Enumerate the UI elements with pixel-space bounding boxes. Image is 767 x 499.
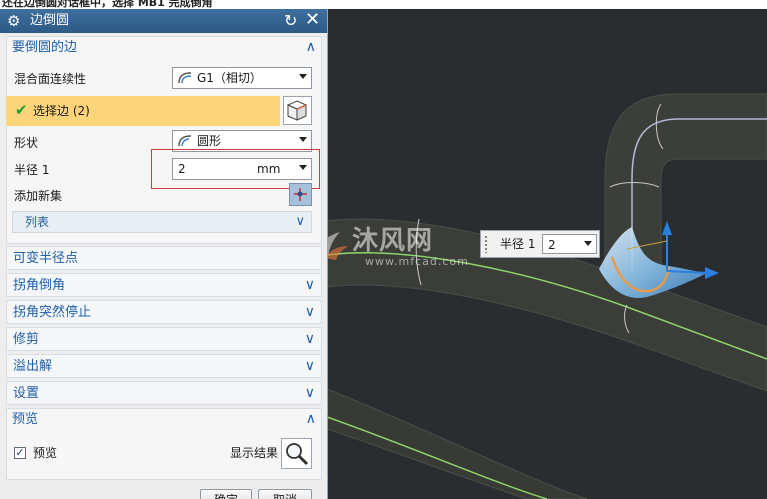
watermark-text: 沐风网 [352, 226, 434, 256]
edge-blend-dialog: ⚙ 边倒圆 ↻ ✕ 要倒圆的边 ∧ 混合面连续性 G1（相切） ✔ 选择边 (2… [0, 9, 328, 499]
chevron-down-icon: ∨ [304, 385, 315, 401]
continuity-value: G1（相切） [197, 71, 262, 85]
gear-icon: ⚙ [7, 12, 21, 30]
radius-label: 半径 1 [14, 163, 50, 177]
group-corner-setback[interactable]: 拐角倒角 ∨ [6, 273, 322, 297]
group-variable-radius[interactable]: 可变半径点 [6, 246, 322, 270]
preview-group-title: 预览 [12, 412, 39, 427]
dropdown-arrow-icon [299, 74, 307, 79]
chevron-down-icon: ∨ [304, 304, 315, 320]
grip-handle[interactable] [484, 235, 488, 253]
group-label: 可变半径点 [13, 251, 79, 266]
drag-handle-right[interactable] [705, 267, 719, 279]
add-set-icon [294, 188, 307, 201]
show-result-button[interactable] [281, 438, 312, 469]
chevron-down-icon: ∨ [304, 358, 315, 374]
list-section-header[interactable]: 列表 ∨ [12, 211, 312, 233]
dialog-title: 边倒圆 [30, 13, 70, 28]
shape-value: 圆形 [197, 134, 222, 148]
list-label: 列表 [25, 215, 50, 229]
pipe-lower [327, 388, 588, 499]
group-stop-short[interactable]: 拐角突然停止 ∨ [6, 300, 322, 324]
circular-shape-icon [178, 135, 192, 147]
watermark-url: www.mfcad.com [365, 255, 469, 268]
show-result-label: 显示结果 [230, 446, 279, 460]
dialog-titlebar: ⚙ 边倒圆 ↻ ✕ [0, 9, 327, 33]
cancel-button[interactable]: 取消 [258, 489, 312, 499]
group-label: 拐角突然停止 [13, 305, 92, 320]
drag-handle-up[interactable] [662, 221, 672, 235]
group-trim[interactable]: 修剪 ∨ [6, 327, 322, 351]
preview-group-header[interactable]: 预览 ∧ [6, 408, 322, 432]
group-label: 设置 [13, 386, 40, 401]
watermark: 沐风网 www.mfcad.com [310, 226, 480, 270]
checkmark-icon: ✔ [15, 101, 28, 119]
chevron-up-icon: ∧ [305, 39, 316, 55]
chevron-down-icon: ∨ [304, 277, 315, 293]
floating-radius-value: 2 [548, 238, 556, 252]
group-overflow[interactable]: 溢出解 ∨ [6, 354, 322, 378]
preview-checkbox[interactable]: ✓ [14, 447, 26, 459]
cube-icon [286, 100, 308, 121]
magnifier-icon [286, 443, 309, 466]
floating-radius-label: 半径 1 [500, 237, 536, 251]
dropdown-arrow-icon [584, 241, 592, 246]
floating-radius-input: 半径 1 2 [480, 230, 600, 258]
floating-radius-combo[interactable]: 2 [542, 234, 597, 254]
group-settings[interactable]: 设置 ∨ [6, 381, 322, 405]
ok-button[interactable]: 确定 [200, 489, 252, 499]
continuity-dropdown[interactable]: G1（相切） [172, 67, 312, 89]
continuity-label: 混合面连续性 [14, 72, 87, 86]
select-edge-button[interactable] [283, 96, 312, 125]
chevron-up-icon: ∧ [305, 411, 316, 427]
top-caption-strip: 还在边倒圆对话框中，选择 MB1 完成倒角 [0, 0, 767, 9]
group-label: 溢出解 [13, 359, 53, 374]
group-label: 修剪 [13, 332, 40, 347]
close-icon[interactable]: ✕ [305, 10, 320, 30]
select-edge-row[interactable]: ✔ 选择边 (2) [6, 96, 280, 126]
preview-label: 预览 [33, 446, 58, 460]
reset-icon[interactable]: ↻ [284, 11, 297, 31]
group-label: 拐角倒角 [13, 278, 66, 293]
edge-group-header[interactable]: 要倒圆的边 ∧ [6, 36, 322, 60]
chevron-down-icon: ∨ [304, 331, 315, 347]
add-new-set-button[interactable] [289, 183, 312, 206]
dropdown-arrow-icon [299, 137, 307, 142]
shape-label: 形状 [14, 136, 39, 150]
select-edge-label: 选择边 (2) [33, 104, 90, 118]
add-set-label: 添加新集 [14, 189, 63, 203]
top-caption: 还在边倒圆对话框中，选择 MB1 完成倒角 [2, 0, 213, 9]
edge-group-title: 要倒圆的边 [12, 40, 78, 55]
tangent-continuity-icon [178, 72, 192, 84]
chevron-down-icon: ∨ [295, 214, 305, 229]
